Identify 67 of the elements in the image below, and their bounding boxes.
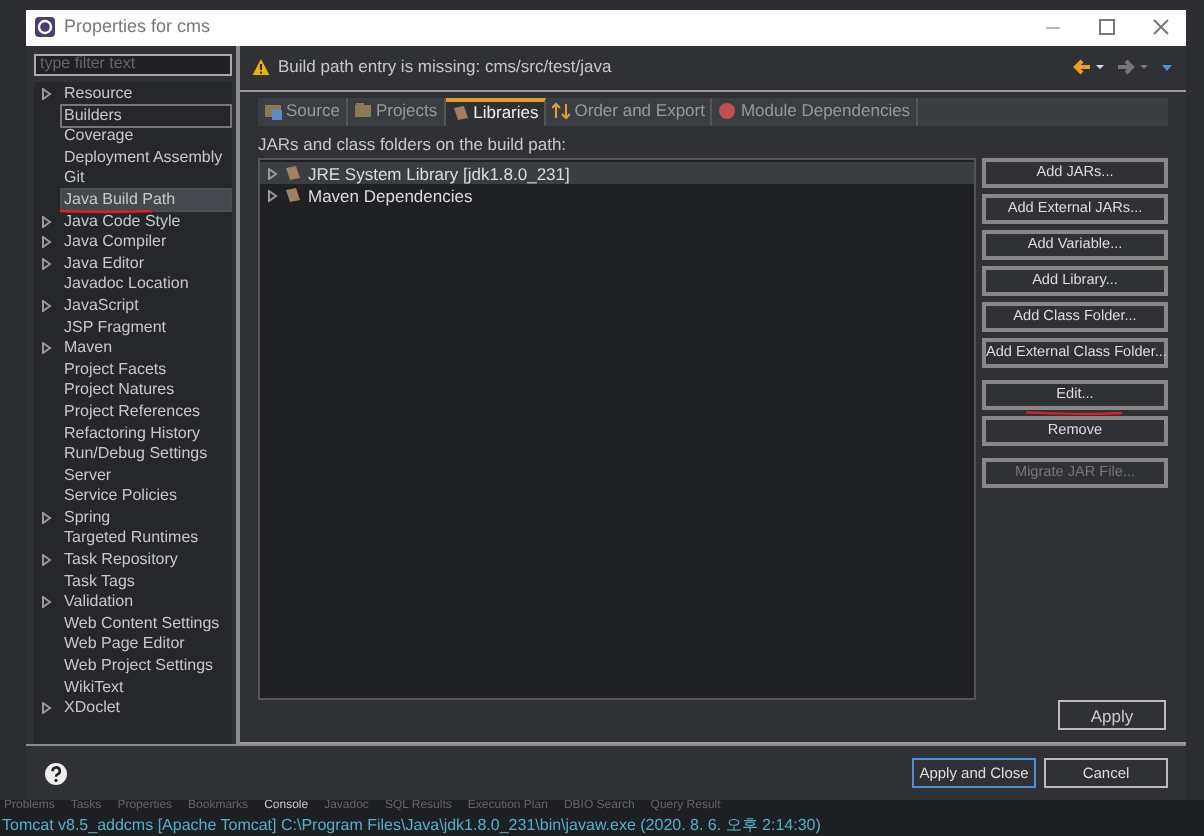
sort-arrows-icon [552, 102, 571, 121]
tree-item[interactable]: Task Tags [60, 569, 232, 594]
expand-arrow-icon[interactable] [40, 257, 52, 270]
tree-item[interactable]: Web Page Editor [60, 632, 232, 657]
tab[interactable]: Source [258, 97, 348, 126]
expand-arrow-icon[interactable] [40, 554, 52, 567]
tree-item[interactable]: Java Build Path [60, 187, 232, 212]
expand-arrow-icon[interactable] [40, 596, 52, 609]
filter-field[interactable]: type filter text [34, 53, 232, 76]
apply-button[interactable]: Apply [1058, 700, 1166, 731]
tree-item[interactable]: Git [60, 166, 232, 191]
window-title: Properties for cms [64, 14, 211, 41]
folder-icon [353, 102, 372, 121]
tab[interactable]: Order and Export [546, 97, 713, 126]
tree-item[interactable]: Coverage [60, 124, 232, 149]
tree-item[interactable]: XDoclet [60, 696, 232, 721]
library-entry[interactable]: Maven Dependencies [260, 184, 974, 207]
source-folder-icon [264, 102, 282, 121]
tree-item[interactable]: Project Facets [60, 357, 232, 382]
expand-arrow-icon[interactable] [40, 215, 52, 228]
book-icon [451, 104, 470, 123]
annotation-underline [1023, 410, 1123, 417]
tree-item[interactable]: Task Repository [60, 548, 232, 573]
console-line: Tomcat v8.5_addcms [Apache Tomcat] C:\Program Files\Java\jdk1.8.0_231\bin\javaw.exe (2020. 8. 6. 오후 2:14:30) [0, 814, 823, 836]
tab[interactable]: Libraries [445, 97, 547, 126]
expand-arrow-icon[interactable] [40, 299, 52, 312]
tree-item[interactable]: Deployment Assembly [60, 145, 232, 170]
tree-item[interactable]: Spring [60, 505, 232, 530]
back-arrow-icon[interactable] [1072, 58, 1108, 77]
tree-item[interactable]: Web Content Settings [60, 611, 232, 636]
help-icon[interactable] [44, 761, 68, 786]
tree-item[interactable]: Server [60, 463, 232, 488]
tree-item[interactable]: Refactoring History [60, 421, 232, 445]
tab[interactable]: Projects [347, 97, 446, 126]
tree-item[interactable]: Builders [60, 103, 232, 128]
warning-message: Build path entry is missing: cms/src/test/java [278, 54, 612, 81]
tree-item[interactable]: Targeted Runtimes [60, 526, 232, 551]
app-icon [34, 16, 56, 39]
tab[interactable]: Module Dependencies [712, 97, 919, 126]
tree-item[interactable]: Resource [60, 82, 232, 106]
tree-item[interactable]: Java Editor [60, 251, 232, 276]
tree-item[interactable]: Service Policies [60, 484, 232, 509]
tree-item[interactable]: Java Compiler [60, 230, 232, 255]
maximize-icon[interactable] [1098, 18, 1116, 37]
tree-item[interactable]: Java Code Style [60, 209, 232, 234]
tree-item[interactable]: Project Natures [60, 378, 232, 403]
list-label: JARs and class folders on the build path: [258, 131, 569, 157]
tree-item[interactable]: Project References [60, 399, 232, 424]
tree-item[interactable]: Javadoc Location [60, 272, 232, 297]
expand-arrow-icon[interactable] [40, 702, 52, 715]
tree-item[interactable]: Maven [60, 336, 232, 361]
tree-item[interactable]: Web Project Settings [60, 654, 232, 679]
tree-item[interactable]: JSP Fragment [60, 315, 232, 340]
warning-icon [252, 58, 270, 77]
tree-item[interactable]: Run/Debug Settings [60, 442, 232, 467]
expand-arrow-icon[interactable] [40, 88, 52, 100]
annotation-underline [58, 208, 154, 215]
expand-arrow-icon[interactable] [40, 236, 52, 249]
tree-item[interactable]: WikiText [60, 675, 232, 700]
expand-arrow-icon[interactable] [40, 511, 52, 524]
expand-arrow-icon[interactable] [40, 342, 52, 355]
tree-item[interactable]: JavaScript [60, 293, 232, 318]
tree-item[interactable]: Validation [60, 590, 232, 615]
forward-arrow-icon[interactable] [1116, 58, 1152, 77]
circle-icon [718, 102, 737, 121]
library-entry[interactable]: JRE System Library [jdk1.8.0_231] [260, 162, 974, 185]
close-icon[interactable] [1152, 18, 1170, 37]
